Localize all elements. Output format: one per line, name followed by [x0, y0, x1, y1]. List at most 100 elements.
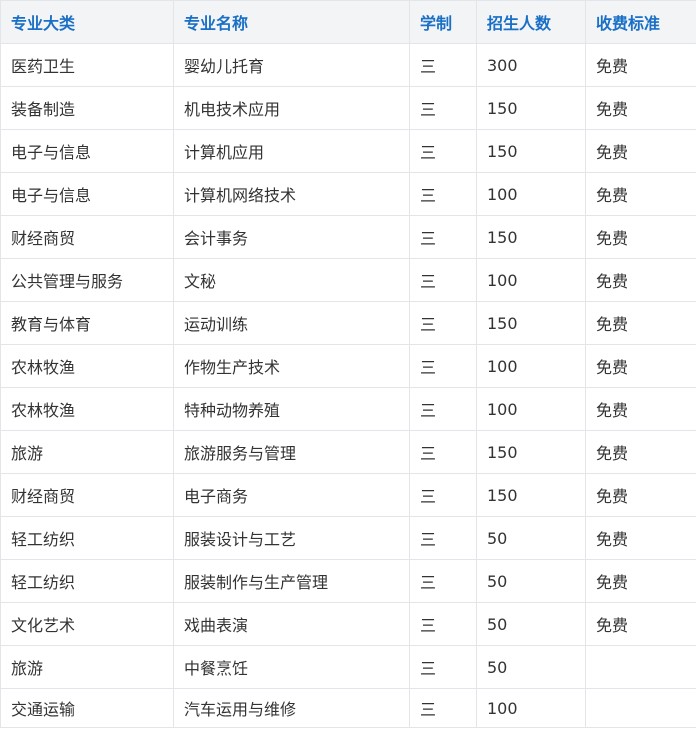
duration-cell: 三 [409, 602, 477, 646]
major-name-cell: 婴幼儿托育 [173, 43, 410, 87]
major-category-cell: 财经商贸 [0, 215, 174, 259]
header-major-name: 专业名称 [173, 0, 410, 44]
fee-standard-cell: 免费 [585, 559, 696, 603]
header-enrollment-count: 招生人数 [476, 0, 586, 44]
major-name-cell: 电子商务 [173, 473, 410, 517]
duration-cell: 三 [409, 344, 477, 388]
duration-cell: 三 [409, 559, 477, 603]
table-row: 文化艺术 戏曲表演三 50 免费 [0, 602, 696, 646]
duration-cell: 三 [409, 172, 477, 216]
major-name-cell: 计算机应用 [173, 129, 410, 173]
table-row: 轻工纺织 服装设计与工艺三 50 免费 [0, 516, 696, 560]
fee-standard-cell [585, 688, 696, 728]
fee-standard-cell: 免费 [585, 43, 696, 87]
duration-cell: 三 [409, 301, 477, 345]
major-name-cell: 文秘 [173, 258, 410, 302]
enrollment-count-cell: 50 [476, 645, 586, 689]
major-category-cell: 轻工纺织 [0, 559, 174, 603]
fee-standard-cell: 免费 [585, 129, 696, 173]
duration-cell: 三 [409, 645, 477, 689]
fee-standard-cell: 免费 [585, 387, 696, 431]
major-category-cell: 交通运输 [0, 688, 174, 728]
fee-standard-cell: 免费 [585, 473, 696, 517]
major-category-cell: 电子与信息 [0, 129, 174, 173]
table-row: 医药卫生 婴幼儿托育三 300 免费 [0, 43, 696, 87]
enrollment-table: 专业大类 专业名称 学制 招生人数 收费标准 医药卫生 婴幼儿托育三 300 免费 装备… [0, 0, 696, 728]
fee-standard-cell: 免费 [585, 516, 696, 560]
table-row: 旅游 旅游服务与管理三 150 免费 [0, 430, 696, 474]
duration-cell: 三 [409, 516, 477, 560]
table-header-row: 专业大类 专业名称 学制 招生人数 收费标准 [0, 0, 696, 44]
major-category-cell: 财经商贸 [0, 473, 174, 517]
header-duration: 学制 [409, 0, 477, 44]
duration-cell: 三 [409, 258, 477, 302]
major-category-cell: 装备制造 [0, 86, 174, 130]
enrollment-count-cell: 150 [476, 430, 586, 474]
major-name-cell: 特种动物养殖 [173, 387, 410, 431]
duration-cell: 三 [409, 86, 477, 130]
fee-standard-cell: 免费 [585, 172, 696, 216]
enrollment-count-cell: 100 [476, 258, 586, 302]
table-row: 装备制造 机电技术应用三 150 免费 [0, 86, 696, 130]
fee-standard-cell [585, 645, 696, 689]
major-name-cell: 计算机网络技术 [173, 172, 410, 216]
table-row: 电子与信息 计算机应用三 150 免费 [0, 129, 696, 173]
fee-standard-cell: 免费 [585, 344, 696, 388]
major-name-cell: 戏曲表演 [173, 602, 410, 646]
enrollment-count-cell: 100 [476, 172, 586, 216]
enrollment-count-cell: 150 [476, 129, 586, 173]
duration-cell: 三 [409, 688, 477, 728]
enrollment-count-cell: 50 [476, 516, 586, 560]
major-name-cell: 作物生产技术 [173, 344, 410, 388]
header-fee-standard: 收费标准 [585, 0, 696, 44]
fee-standard-cell: 免费 [585, 258, 696, 302]
duration-cell: 三 [409, 387, 477, 431]
major-category-cell: 农林牧渔 [0, 344, 174, 388]
table-row: 农林牧渔 作物生产技术三 100 免费 [0, 344, 696, 388]
major-category-cell: 电子与信息 [0, 172, 174, 216]
duration-cell: 三 [409, 129, 477, 173]
fee-standard-cell: 免费 [585, 86, 696, 130]
major-category-cell: 文化艺术 [0, 602, 174, 646]
major-category-cell: 轻工纺织 [0, 516, 174, 560]
enrollment-count-cell: 150 [476, 86, 586, 130]
enrollment-count-cell: 150 [476, 301, 586, 345]
enrollment-count-cell: 100 [476, 344, 586, 388]
duration-cell: 三 [409, 473, 477, 517]
table-row: 农林牧渔 特种动物养殖三 100 免费 [0, 387, 696, 431]
major-name-cell: 机电技术应用 [173, 86, 410, 130]
major-name-cell: 服装设计与工艺 [173, 516, 410, 560]
table-row: 财经商贸 电子商务三 150 免费 [0, 473, 696, 517]
enrollment-count-cell: 150 [476, 215, 586, 259]
fee-standard-cell: 免费 [585, 301, 696, 345]
fee-standard-cell: 免费 [585, 430, 696, 474]
major-name-cell: 旅游服务与管理 [173, 430, 410, 474]
table-row: 公共管理与服务 文秘三 100 免费 [0, 258, 696, 302]
enrollment-count-cell: 50 [476, 602, 586, 646]
major-name-cell: 服装制作与生产管理 [173, 559, 410, 603]
major-name-cell: 中餐烹饪 [173, 645, 410, 689]
enrollment-count-cell: 300 [476, 43, 586, 87]
table-row: 教育与体育 运动训练三 150 免费 [0, 301, 696, 345]
fee-standard-cell: 免费 [585, 602, 696, 646]
duration-cell: 三 [409, 215, 477, 259]
major-category-cell: 农林牧渔 [0, 387, 174, 431]
major-name-cell: 汽车运用与维修 [173, 688, 410, 728]
table-row: 电子与信息 计算机网络技术三 100 免费 [0, 172, 696, 216]
enrollment-count-cell: 50 [476, 559, 586, 603]
enrollment-count-cell: 150 [476, 473, 586, 517]
table-row: 交通运输 汽车运用与维修三 100 [0, 688, 696, 728]
duration-cell: 三 [409, 430, 477, 474]
major-name-cell: 运动训练 [173, 301, 410, 345]
table-row: 财经商贸 会计事务三 150 免费 [0, 215, 696, 259]
table-body: 医药卫生 婴幼儿托育三 300 免费 装备制造 机电技术应用三 150 免费 电子与信息 计算机应… [0, 43, 696, 728]
table-row: 轻工纺织 服装制作与生产管理三 50 免费 [0, 559, 696, 603]
major-name-cell: 会计事务 [173, 215, 410, 259]
enrollment-count-cell: 100 [476, 688, 586, 728]
major-category-cell: 公共管理与服务 [0, 258, 174, 302]
major-category-cell: 旅游 [0, 430, 174, 474]
major-category-cell: 医药卫生 [0, 43, 174, 87]
duration-cell: 三 [409, 43, 477, 87]
fee-standard-cell: 免费 [585, 215, 696, 259]
major-category-cell: 教育与体育 [0, 301, 174, 345]
